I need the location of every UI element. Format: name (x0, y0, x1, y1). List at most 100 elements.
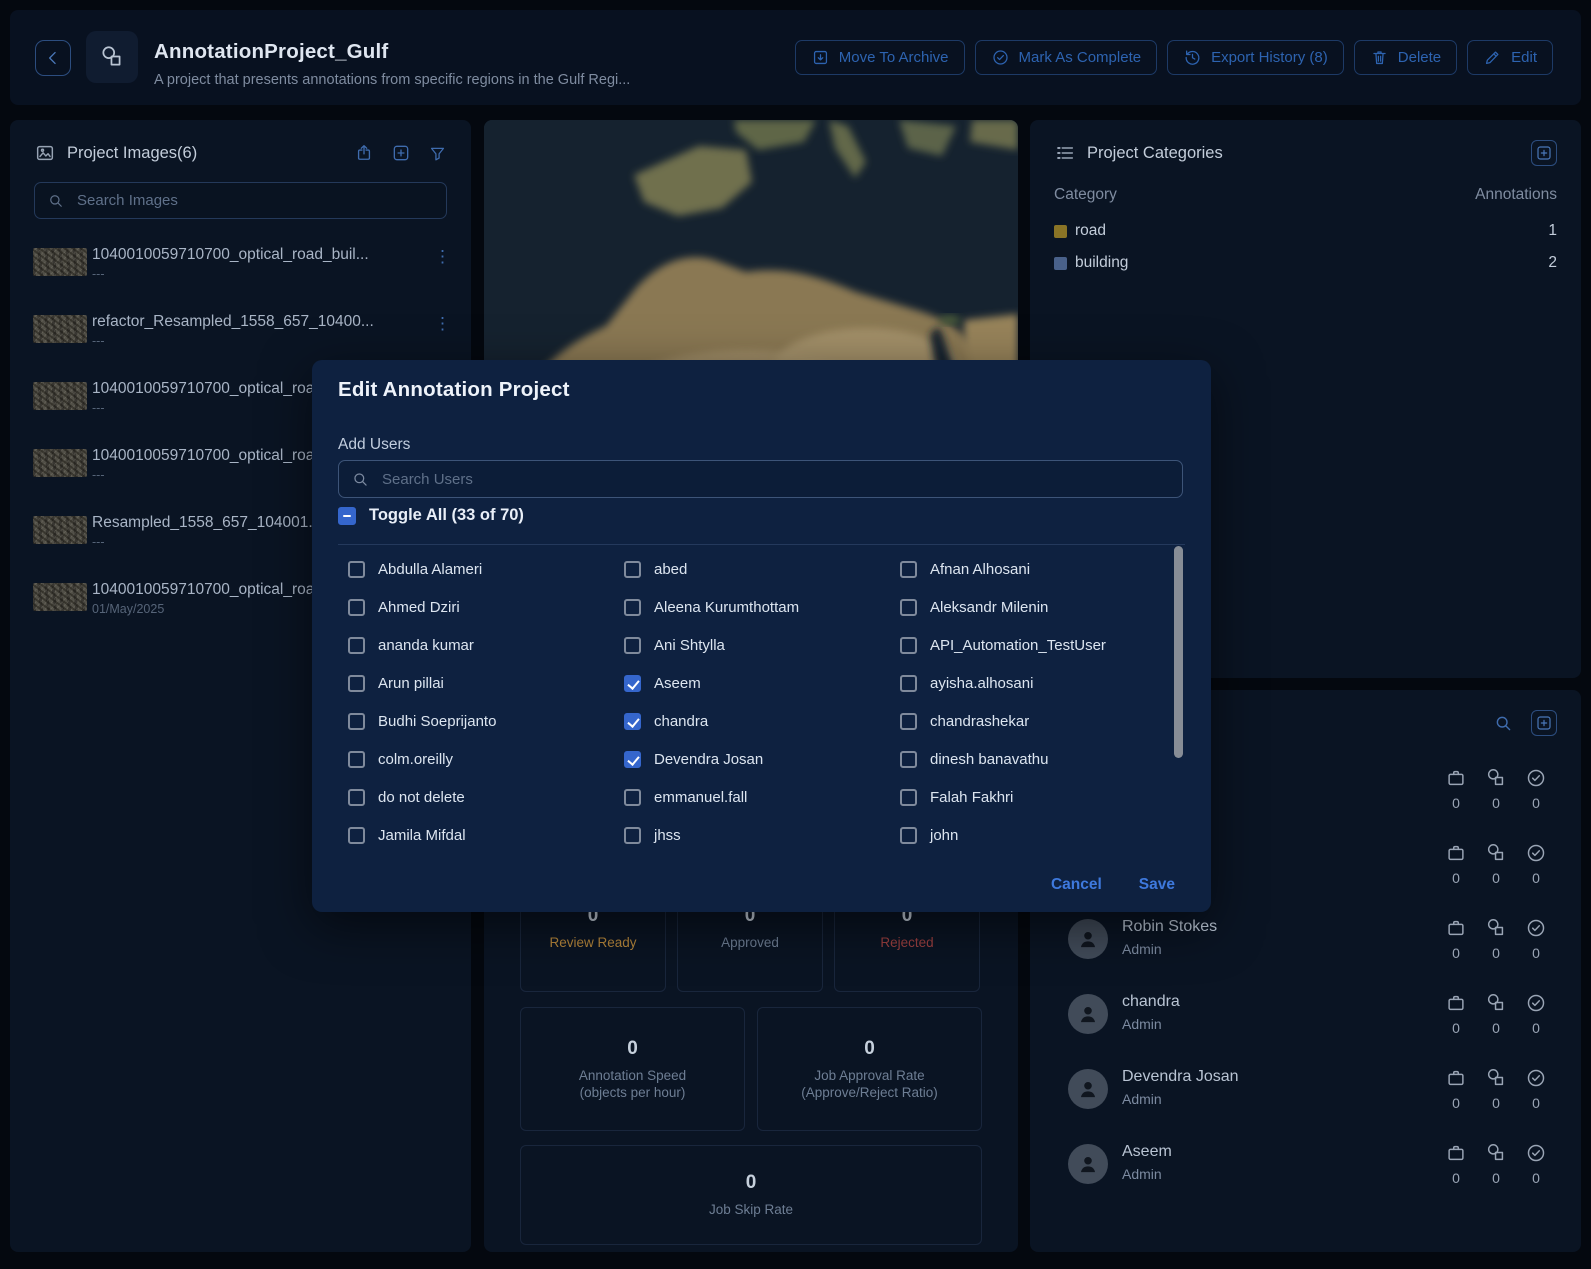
modal-user-row[interactable]: chandra (624, 702, 900, 740)
user-checkbox[interactable] (348, 599, 365, 616)
user-checkbox[interactable] (900, 789, 917, 806)
modal-user-row[interactable]: Aleena Kurumthottam (624, 588, 900, 626)
completed-count: 0 (1532, 1020, 1540, 1036)
mark-as-complete-button[interactable]: Mark As Complete (975, 40, 1158, 75)
modal-user-row[interactable]: john (900, 816, 1176, 854)
image-search[interactable] (34, 182, 447, 219)
search-users-input[interactable] (380, 470, 1170, 489)
kebab-menu-icon[interactable]: ⋮ (434, 248, 451, 265)
user-row[interactable]: chandra Admin 0 0 0 (1030, 992, 1581, 1038)
filter-icon[interactable] (428, 144, 447, 163)
page-header: AnnotationProject_Gulf A project that pr… (10, 10, 1581, 105)
user-checkbox[interactable] (348, 675, 365, 692)
modal-user-row[interactable]: ananda kumar (348, 626, 624, 664)
category-column-header: Category (1054, 186, 1117, 204)
user-row[interactable]: Devendra Josan Admin 0 0 0 (1030, 1067, 1581, 1113)
modal-user-row[interactable]: Jamila Mifdal (348, 816, 624, 854)
user-checkbox[interactable] (348, 637, 365, 654)
modal-user-row[interactable]: colm.oreilly (348, 740, 624, 778)
user-checkbox[interactable] (624, 713, 641, 730)
jobs-count: 0 (1452, 1095, 1460, 1111)
user-checkbox[interactable] (900, 561, 917, 578)
user-checkbox[interactable] (900, 599, 917, 616)
check-circle-icon (1525, 842, 1547, 864)
modal-user-row[interactable]: dinesh banavathu (900, 740, 1176, 778)
image-thumbnail (33, 315, 87, 343)
toggle-all-control[interactable]: Toggle All (33 of 70) (338, 506, 524, 525)
image-meta: --- (92, 535, 105, 549)
user-checkbox[interactable] (900, 713, 917, 730)
button-label: Mark As Complete (1019, 49, 1142, 66)
add-category-button[interactable] (1531, 140, 1557, 166)
user-row[interactable]: Aseem Admin 0 0 0 (1030, 1142, 1581, 1188)
modal-user-row[interactable]: Devendra Josan (624, 740, 900, 778)
image-name: refactor_Resampled_1558_657_10400... (92, 313, 422, 331)
modal-user-row[interactable]: abed (624, 550, 900, 588)
modal-user-row[interactable]: Abdulla Alameri (348, 550, 624, 588)
scrollbar-thumb[interactable] (1174, 546, 1183, 758)
search-images-input[interactable] (75, 191, 434, 210)
modal-user-row[interactable]: Falah Fakhri (900, 778, 1176, 816)
pencil-icon (1483, 48, 1502, 67)
modal-user-row[interactable]: Aseem (624, 664, 900, 702)
modal-user-row[interactable]: Arun pillai (348, 664, 624, 702)
user-checkbox[interactable] (624, 561, 641, 578)
add-square-icon[interactable] (391, 143, 411, 163)
divider (338, 544, 1185, 545)
move-to-archive-button[interactable]: Move To Archive (795, 40, 965, 75)
user-row[interactable]: Robin Stokes Admin 0 0 0 (1030, 917, 1581, 963)
user-checkbox[interactable] (624, 827, 641, 844)
user-checkbox[interactable] (348, 713, 365, 730)
user-checkbox[interactable] (900, 751, 917, 768)
annotation-icon (1485, 1067, 1507, 1089)
modal-user-row[interactable]: API_Automation_TestUser (900, 626, 1176, 664)
back-button[interactable] (35, 40, 71, 76)
user-checkbox[interactable] (348, 751, 365, 768)
cancel-button[interactable]: Cancel (1051, 876, 1102, 894)
user-checkbox[interactable] (624, 789, 641, 806)
add-user-button[interactable] (1531, 710, 1557, 736)
user-checkbox[interactable] (348, 789, 365, 806)
modal-user-row[interactable]: Ahmed Dziri (348, 588, 624, 626)
modal-user-row[interactable]: do not delete (348, 778, 624, 816)
project-icon-tile (86, 31, 138, 83)
add-square-icon (1535, 714, 1553, 732)
modal-user-row[interactable]: Aleksandr Milenin (900, 588, 1176, 626)
edit-button[interactable]: Edit (1467, 40, 1553, 75)
image-list-item[interactable]: 1040010059710700_optical_road_buil... --… (10, 246, 471, 300)
user-checkbox[interactable] (348, 561, 365, 578)
completed-count: 0 (1532, 1170, 1540, 1186)
share-icon[interactable] (354, 143, 374, 163)
user-checkbox[interactable] (624, 675, 641, 692)
toggle-all-checkbox[interactable] (338, 507, 356, 525)
avatar (1068, 1069, 1108, 1109)
modal-user-row[interactable]: Afnan Alhosani (900, 550, 1176, 588)
modal-user-row[interactable]: ayisha.alhosani (900, 664, 1176, 702)
user-checkbox[interactable] (900, 675, 917, 692)
user-name: Jamila Mifdal (378, 827, 466, 844)
stat-label: Rejected (880, 934, 933, 951)
modal-user-row[interactable]: jhss (624, 816, 900, 854)
modal-user-row[interactable]: emmanuel.fall (624, 778, 900, 816)
user-checkbox[interactable] (624, 599, 641, 616)
user-checkbox[interactable] (900, 827, 917, 844)
user-checkbox[interactable] (624, 751, 641, 768)
category-row[interactable]: building 2 (1054, 252, 1557, 274)
user-checkbox[interactable] (348, 827, 365, 844)
kebab-menu-icon[interactable]: ⋮ (434, 315, 451, 332)
modal-user-row[interactable]: Budhi Soeprijanto (348, 702, 624, 740)
user-checkbox[interactable] (624, 637, 641, 654)
save-button[interactable]: Save (1139, 876, 1175, 894)
user-checkbox[interactable] (900, 637, 917, 654)
export-history-button[interactable]: Export History (8) (1167, 40, 1344, 75)
archive-icon (811, 48, 830, 67)
user-name: Falah Fakhri (930, 789, 1013, 806)
category-row[interactable]: road 1 (1054, 220, 1557, 242)
delete-button[interactable]: Delete (1354, 40, 1457, 75)
search-icon[interactable] (1493, 713, 1514, 734)
modal-user-row[interactable]: chandrashekar (900, 702, 1176, 740)
image-list-item[interactable]: refactor_Resampled_1558_657_10400... ---… (10, 313, 471, 367)
user-search[interactable] (338, 460, 1183, 498)
check-circle-icon (1525, 917, 1547, 939)
modal-user-row[interactable]: Ani Shtylla (624, 626, 900, 664)
